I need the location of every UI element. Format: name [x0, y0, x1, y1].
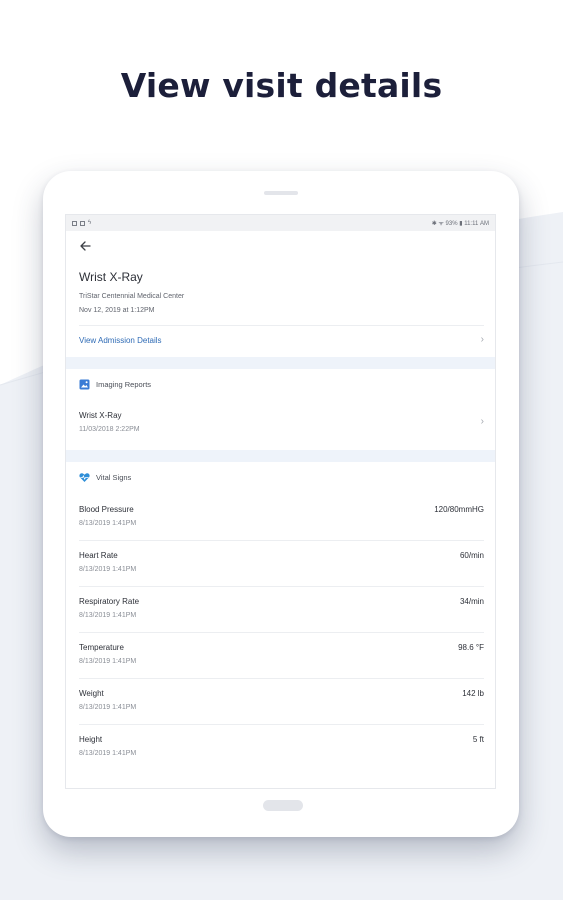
visit-date: Nov 12, 2019 at 1:12PM [79, 307, 155, 314]
vital-label: Respiratory Rate [79, 597, 140, 606]
vital-value: 120/80mmHG [434, 505, 484, 514]
vital-row-temperature: Temperature 8/13/2019 1:41PM 98.6 °F [66, 633, 495, 679]
vital-value: 5 ft [472, 735, 484, 744]
vital-value: 60/min [459, 551, 484, 560]
status-bar: ϟ ✱ ᯤ 93% ▮ 11:11 AM [66, 215, 495, 231]
vital-date: 8/13/2019 1:41PM [79, 704, 137, 711]
page-headline: View visit details [120, 66, 443, 105]
vital-row-blood-pressure: Blood Pressure 8/13/2019 1:41PM 120/80mm… [66, 495, 495, 541]
admission-details-row[interactable]: View Admission Details › [66, 326, 495, 357]
status-info: ✱ ᯤ 93% ▮ 11:11 AM [431, 221, 489, 227]
vital-label: Temperature [79, 643, 124, 652]
imaging-reports-header: Imaging Reports [79, 379, 151, 390]
home-button[interactable] [263, 800, 303, 811]
imaging-report-title: Wrist X-Ray [79, 411, 122, 420]
flash-icon: ϟ [88, 220, 92, 226]
view-admission-details-link[interactable]: View Admission Details [79, 336, 162, 345]
tablet-frame: ϟ ✱ ᯤ 93% ▮ 11:11 AM Wrist X-Ray TriStar… [43, 171, 519, 837]
imaging-report-icon [79, 379, 90, 390]
vital-date: 8/13/2019 1:41PM [79, 658, 137, 665]
app-screen: ϟ ✱ ᯤ 93% ▮ 11:11 AM Wrist X-Ray TriStar… [65, 214, 496, 789]
vital-value: 34/min [459, 597, 484, 606]
facility-name: TriStar Centennial Medical Center [79, 293, 185, 300]
vital-value: 142 lb [462, 689, 484, 698]
vital-date: 8/13/2019 1:41PM [79, 750, 137, 757]
vital-row-respiratory-rate: Respiratory Rate 8/13/2019 1:41PM 34/min [66, 587, 495, 633]
imaging-reports-label: Imaging Reports [96, 380, 152, 389]
notification-icons: ϟ [72, 220, 91, 226]
heart-vitals-icon [79, 472, 90, 483]
visit-title: Wrist X-Ray [79, 270, 143, 284]
vital-row-weight: Weight 8/13/2019 1:41PM 142 lb [66, 679, 495, 725]
vital-date: 8/13/2019 1:41PM [79, 520, 137, 527]
section-separator [66, 357, 495, 369]
vital-date: 8/13/2019 1:41PM [79, 612, 137, 619]
back-arrow-icon[interactable] [79, 239, 95, 255]
imaging-report-row[interactable]: Wrist X-Ray 11/03/2018 2:22PM › [66, 401, 495, 451]
vital-label: Weight [79, 689, 104, 698]
vital-label: Blood Pressure [79, 505, 134, 514]
chevron-right-icon: › [480, 416, 484, 427]
vital-signs-label: Vital Signs [96, 473, 132, 482]
vital-row-height: Height 8/13/2019 1:41PM 5 ft [66, 725, 495, 771]
vital-label: Heart Rate [79, 551, 118, 560]
vital-label: Height [79, 735, 103, 744]
vital-value: 98.6 °F [458, 643, 484, 652]
notification-icon [72, 220, 77, 226]
imaging-report-date: 11/03/2018 2:22PM [79, 426, 140, 433]
chevron-right-icon: › [480, 334, 484, 345]
vital-signs-header: Vital Signs [79, 472, 131, 483]
section-separator [66, 450, 495, 462]
image-notification-icon [80, 220, 85, 226]
vital-date: 8/13/2019 1:41PM [79, 566, 137, 573]
tablet-speaker [264, 191, 298, 195]
vital-row-heart-rate: Heart Rate 8/13/2019 1:41PM 60/min [66, 541, 495, 587]
